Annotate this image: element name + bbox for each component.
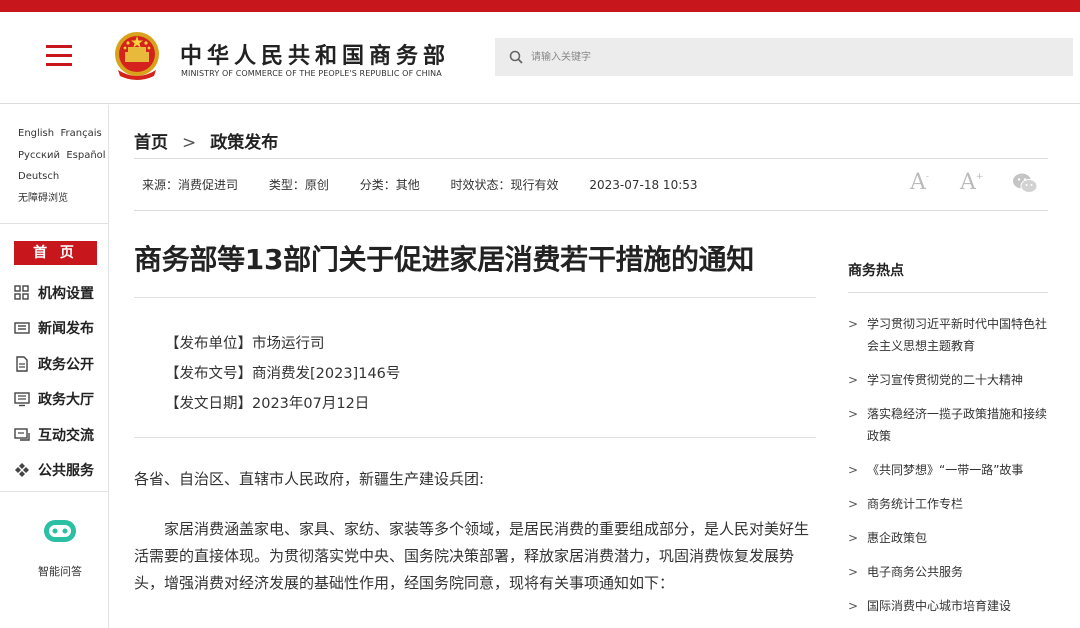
font-increase-button[interactable]: A+ [960,170,983,195]
article-title: 商务部等13部门关于促进家居消费若干措施的通知 [134,243,755,276]
article-body: 各省、自治区、直辖市人民政府，新疆生产建设兵团: 家居消费涵盖家电、家具、家纺、… [134,466,816,620]
nav-item-public-service[interactable]: 公共服务 [14,453,108,489]
accessibility-link[interactable]: 无障碍浏览 [18,193,68,204]
site-name-english: MINISTRY OF COMMERCE OF THE PEOPLE'S REP… [181,69,442,78]
chevron-right-icon: > [848,565,859,579]
breadcrumb: 首页 > 政策发布 [134,128,278,153]
hot-topic-item[interactable]: > 《共同梦想》“一带一路”故事 [848,459,1048,481]
chevron-right-icon: > [848,373,859,387]
document-icon [16,356,28,372]
language-links: English Français Русский Español Deutsch… [18,123,108,209]
org-icon [14,285,29,300]
lang-english[interactable]: English [18,128,54,139]
divider [0,223,108,224]
hot-topics-panel: 商务热点 > 学习贯彻习近平新时代中国特色社会主义思想主题教育 > 学习宣传贯彻党的… [848,260,1048,628]
divider [134,158,1048,159]
hot-topic-item[interactable]: > 国际消费中心城市培育建设 [848,595,1048,617]
main-nav: 机构设置 新闻发布 政务公开 政务大厅 互动交流 公共服务 [14,275,108,488]
nav-label: 公共服务 [38,463,94,480]
nav-label: 政务大厅 [38,392,94,409]
hot-topic-item[interactable]: > 学习宣传贯彻党的二十大精神 [848,369,1048,391]
service-icon [15,463,29,478]
chevron-right-icon: > [848,497,859,511]
nav-label: 互动交流 [38,427,94,444]
hall-icon [14,392,30,407]
smart-qa-label: 智能问答 [38,565,82,578]
national-emblem-icon [115,32,159,80]
lang-spanish[interactable]: Español [66,150,105,161]
left-sidebar: English Français Русский Español Deutsch… [0,105,109,628]
wechat-share-icon[interactable] [1012,172,1038,194]
search-icon[interactable] [509,50,523,64]
news-icon [14,322,30,334]
body-paragraph: 家居消费涵盖家电、家具、家纺、家装等多个领域，是居民消费的重要组成部分，是人民对… [134,520,810,592]
hot-topic-item[interactable]: > 惠企政策包 [848,527,1048,549]
nav-item-affairs[interactable]: 政务公开 [14,346,108,382]
smart-qa-button[interactable]: 智能问答 [16,517,104,579]
meta-status: 时效状态：现行有效 [450,178,559,192]
chat-icon [14,428,30,441]
hot-topic-item[interactable]: > 商务统计工作专栏 [848,493,1048,515]
meta-type: 类型：原创 [268,178,329,192]
hot-topic-item[interactable]: > 学习贯彻习近平新时代中国特色社会主义思想主题教育 [848,313,1048,357]
breadcrumb-home[interactable]: 首页 [134,133,168,153]
lang-russian[interactable]: Русский [18,150,60,161]
top-red-bar [0,0,1080,12]
nav-item-org[interactable]: 机构设置 [14,275,108,311]
chevron-right-icon: > [848,317,859,331]
hot-topics-title: 商务热点 [848,260,1048,293]
chevron-right-icon: > [848,531,859,545]
nav-label: 新闻发布 [38,321,94,338]
salutation: 各省、自治区、直辖市人民政府，新疆生产建设兵团: [134,470,485,488]
site-header: 中华人民共和国商务部 MINISTRY OF COMMERCE OF THE P… [0,12,1080,104]
nav-item-news[interactable]: 新闻发布 [14,311,108,347]
hot-topic-item[interactable]: > 落实稳经济一揽子政策措施和接续政策 [848,403,1048,447]
divider [134,210,1048,211]
home-button[interactable]: 首 页 [14,241,97,265]
robot-chat-icon [44,520,76,542]
article-tools: A- A+ [908,170,1042,196]
divider [134,297,816,298]
nav-label: 政务公开 [38,356,94,373]
chevron-right-icon: > [848,463,859,477]
font-decrease-button[interactable]: A- [910,170,929,195]
lang-german[interactable]: Deutsch [18,171,59,182]
issuer: 【发布单位】市场运行司 [165,336,325,352]
article-info: 【发布单位】市场运行司 【发布文号】商消费发[2023]146号 【发文日期】2… [165,329,400,419]
article-meta: 来源：消费促进司 类型：原创 分类：其他 时效状态：现行有效 2023-07-1… [142,176,725,193]
meta-category: 分类：其他 [359,178,420,192]
divider [0,491,108,492]
menu-icon[interactable] [46,45,72,67]
breadcrumb-current[interactable]: 政策发布 [210,133,278,153]
divider [134,437,816,438]
lang-french[interactable]: Français [60,128,101,139]
issue-date: 【发文日期】2023年07月12日 [165,396,370,412]
nav-item-interaction[interactable]: 互动交流 [14,417,108,453]
nav-label: 机构设置 [38,285,94,302]
chevron-right-icon: > [848,599,859,613]
doc-number: 【发布文号】商消费发[2023]146号 [165,366,401,382]
meta-datetime: 2023-07-18 10:53 [589,178,698,192]
nav-item-hall[interactable]: 政务大厅 [14,382,108,418]
site-name: 中华人民共和国商务部 [180,44,451,69]
meta-source: 来源：消费促进司 [142,178,239,192]
chevron-right-icon: > [848,407,859,421]
search-box [495,38,1073,76]
chevron-right-icon: > [182,133,197,153]
hot-topic-item[interactable]: > 电子商务公共服务 [848,561,1048,583]
search-input[interactable] [531,38,1061,76]
hot-topics-list: > 学习贯彻习近平新时代中国特色社会主义思想主题教育 > 学习宣传贯彻党的二十大精神… [848,313,1048,617]
